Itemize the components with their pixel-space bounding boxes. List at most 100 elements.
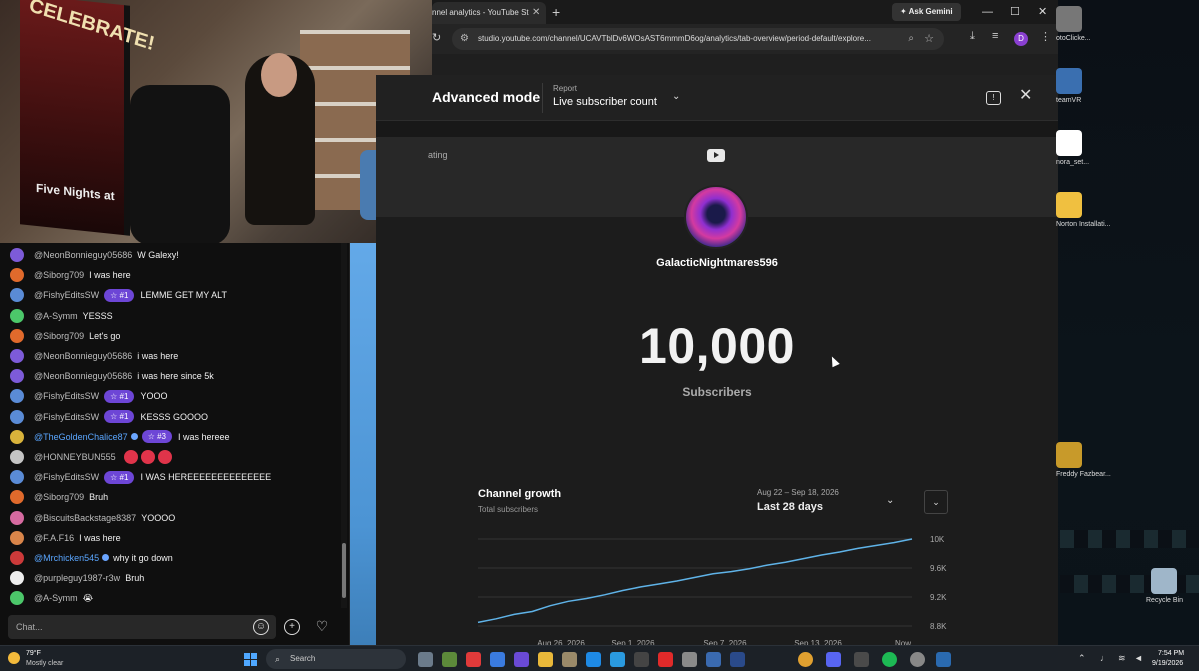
chat-author[interactable]: @F.A.F16 [34,533,74,543]
minimize-button[interactable]: — [982,3,993,21]
file-explorer-icon[interactable] [538,652,553,667]
help-icon[interactable] [586,652,601,667]
edge-icon[interactable] [610,652,625,667]
desktop-icon[interactable]: otoClicke... [1056,6,1091,42]
desktop-icon[interactable]: Norton Installati... [1056,192,1110,228]
heart-icon[interactable]: ♡ [314,619,330,635]
task-view-icon[interactable] [418,652,433,667]
avatar[interactable] [10,349,24,364]
avatar[interactable] [10,328,24,343]
chat-scrollbar[interactable] [341,243,347,608]
chat-author[interactable]: @A-Symm [34,593,78,603]
app-icon[interactable] [854,652,869,667]
avatar[interactable] [10,369,24,384]
clock-date[interactable]: 9/19/2026 [1152,660,1183,667]
avatar[interactable] [10,268,24,283]
spotify-icon[interactable] [882,652,897,667]
ask-gemini-button[interactable]: ✦ Ask Gemini [892,3,961,21]
photos-icon[interactable] [706,652,721,667]
app-icon[interactable] [466,652,481,667]
avatar[interactable] [10,248,24,263]
avatar[interactable] [10,530,24,545]
expand-chevron-icon[interactable]: ⌄ [924,490,948,514]
tray-chevron-icon[interactable]: ⌃ [1078,653,1086,664]
amazon-icon[interactable] [562,652,577,667]
minecraft-icon[interactable] [442,652,457,667]
avatar[interactable] [10,429,24,444]
profile-avatar[interactable]: D [1014,32,1028,46]
weather-icon[interactable] [8,652,20,664]
reload-icon[interactable]: ↻ [432,31,441,44]
chat-author[interactable]: @Siborg709 [34,331,84,341]
avatar[interactable] [10,449,24,464]
weather-temperature[interactable]: 79°F [26,650,41,657]
taskbar-search[interactable]: ⌕ Search [266,649,406,669]
chat-message-list[interactable]: @NeonBonnieguy05686 W Galexy! @Siborg709 I … [0,243,340,608]
chat-author[interactable]: @NeonBonnieguy05686 [34,351,132,361]
weather-description[interactable]: Mostly clear [26,660,63,667]
window-close-button[interactable]: ✕ [1038,3,1047,21]
chat-author[interactable]: @Mrchicken545 [34,553,99,563]
desktop-icon[interactable]: Recycle Bin [1146,568,1183,604]
maximize-button[interactable]: ☐ [1010,3,1020,21]
chat-input[interactable] [8,615,276,639]
app-icon[interactable] [910,652,925,667]
microphone-icon[interactable]: ♩ [1100,653,1109,663]
zoom-icon[interactable]: ⌕ [908,28,914,50]
bookmark-star-icon[interactable]: ☆ [924,28,934,50]
store-icon[interactable] [682,652,697,667]
avatar[interactable] [10,308,24,323]
chat-scrollbar-thumb[interactable] [342,543,346,598]
chat-author[interactable]: @NeonBonnieguy05686 [34,250,132,260]
app-icon[interactable] [936,652,951,667]
avatar[interactable] [10,591,24,606]
menu-kebab-icon[interactable]: ⋮ [1040,30,1051,43]
chat-author[interactable]: @FishyEditsSW [34,290,99,300]
feedback-icon[interactable]: ! [986,91,1001,105]
teams-icon[interactable] [514,652,529,667]
avatar[interactable] [10,470,24,485]
avatar[interactable] [10,550,24,565]
app-icon[interactable] [634,652,649,667]
emoji-icon[interactable]: ☺ [253,619,269,635]
avatar[interactable] [10,409,24,424]
chat-author[interactable]: @HONNEYBUN555 [34,452,116,462]
desktop-icon[interactable]: teamVR [1056,68,1082,104]
app-icon[interactable] [490,652,505,667]
chat-author[interactable]: @purpleguy1987-r3w [34,573,120,583]
youtube-icon[interactable] [658,652,673,667]
avatar[interactable] [10,510,24,525]
clock-time[interactable]: 7:54 PM [1158,650,1184,657]
new-tab-button[interactable]: + [552,4,560,20]
start-button[interactable] [244,653,257,666]
avatar[interactable] [10,571,24,586]
download-icon[interactable]: ⤓ [970,30,975,43]
chat-author[interactable]: @Siborg709 [34,492,84,502]
avatar[interactable] [10,389,24,404]
chat-author[interactable]: @FishyEditsSW [34,472,99,482]
tab-youtube-studio[interactable]: nnel analytics - YouTube St ✕ [432,2,546,24]
chevron-down-icon[interactable]: ⌄ [886,495,894,506]
report-dropdown[interactable]: Live subscriber count [553,96,657,108]
desktop-icon[interactable]: Freddy Fazbear... [1056,442,1111,478]
volume-icon[interactable]: ◄ [1134,653,1143,663]
address-bar[interactable]: ⚙ studio.youtube.com/channel/UCAVTblDv6W… [452,28,944,50]
site-info-icon[interactable]: ⚙ [460,28,469,50]
media-icon[interactable]: ≡ [992,30,998,42]
chrome-icon[interactable] [798,652,813,667]
chat-author[interactable]: @TheGoldenChalice87 [34,432,128,442]
app-icon[interactable] [730,652,745,667]
chevron-down-icon[interactable]: ⌄ [672,91,680,102]
chat-author[interactable]: @A-Symm [34,311,78,321]
chat-author[interactable]: @FishyEditsSW [34,412,99,422]
chat-author[interactable]: @FishyEditsSW [34,391,99,401]
desktop-icon[interactable]: nora_set... [1056,130,1089,166]
close-icon[interactable]: ✕ [1019,87,1032,105]
discord-icon[interactable] [826,652,841,667]
chat-author[interactable]: @NeonBonnieguy05686 [34,371,132,381]
chat-author[interactable]: @Siborg709 [34,270,84,280]
chat-author[interactable]: @BiscuitsBackstage8387 [34,513,136,523]
wifi-icon[interactable]: ≋ [1118,653,1126,664]
avatar[interactable] [10,288,24,303]
date-range-dropdown[interactable]: Last 28 days [757,501,823,513]
